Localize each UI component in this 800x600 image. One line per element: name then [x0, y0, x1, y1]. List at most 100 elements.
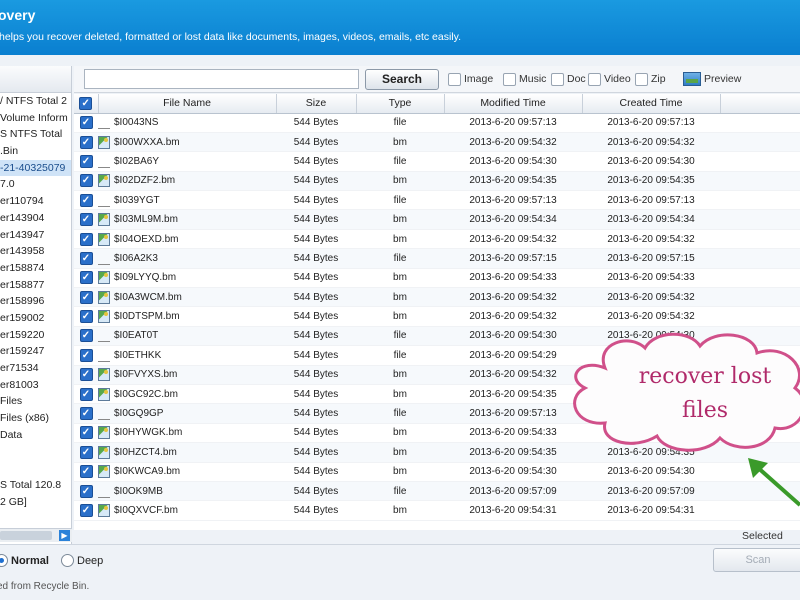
table-row[interactable]: ✓ $I0A3WCM.bm 544 Bytes bm 2013-6-20 09:54:3… [74, 287, 800, 308]
table-row[interactable]: ✓ $I0OK9MB 544 Bytes file 2013-6-20 09:57:09… [74, 481, 800, 502]
tree-item[interactable]: er143947 [0, 227, 71, 244]
column-header-size[interactable]: Size [276, 94, 357, 114]
tree-item[interactable]: er158877 [0, 277, 71, 294]
filter-zip[interactable]: Zip [635, 71, 666, 87]
row-checkbox-cell[interactable]: ✓ [74, 229, 98, 250]
row-checkbox[interactable]: ✓ [79, 251, 93, 265]
row-checkbox-cell[interactable]: ✓ [74, 403, 98, 424]
normal-radio[interactable] [0, 554, 8, 567]
tree-item[interactable]: er158874 [0, 260, 71, 277]
row-checkbox[interactable]: ✓ [79, 407, 93, 421]
column-header-modified-time[interactable]: Modified Time [444, 94, 583, 114]
row-checkbox-cell[interactable]: ✓ [74, 384, 98, 405]
scroll-right-arrow-icon[interactable]: ▶ [59, 530, 70, 541]
search-button[interactable]: Search [365, 69, 439, 90]
tree-item[interactable]: 7.0 [0, 176, 71, 193]
folder-tree[interactable]: / NTFS Total 2 Volume Inform S NTFS Total.… [0, 66, 72, 544]
filter-zip-checkbox[interactable] [635, 72, 648, 86]
row-checkbox-cell[interactable]: ✓ [74, 190, 98, 211]
row-checkbox[interactable]: ✓ [79, 504, 93, 517]
tree-item[interactable]: Data [0, 427, 71, 444]
search-input[interactable] [84, 69, 359, 89]
filter-music[interactable]: Music [503, 71, 546, 87]
scrollbar-thumb[interactable] [0, 531, 52, 540]
table-row[interactable]: ✓ $I06A2K3 544 Bytes file 2013-6-20 09:57:15… [74, 248, 800, 269]
tree-item[interactable] [0, 460, 71, 477]
tree-item[interactable]: Volume Inform [0, 110, 71, 127]
row-checkbox-cell[interactable]: ✓ [74, 113, 98, 133]
table-row[interactable]: ✓ $I0DTSPM.bm 544 Bytes bm 2013-6-20 09:54:3… [74, 306, 800, 327]
row-checkbox-cell[interactable]: ✓ [74, 345, 98, 366]
tree-item[interactable]: S Total 120.8 [0, 477, 71, 494]
row-checkbox[interactable]: ✓ [79, 271, 93, 285]
row-checkbox[interactable]: ✓ [79, 329, 93, 343]
table-row[interactable]: ✓ $I02DZF2.bm 544 Bytes bm 2013-6-20 09:54:3… [74, 171, 800, 192]
table-row[interactable]: ✓ $I0KWCA9.bm 544 Bytes bm 2013-6-20 09:54:3… [74, 462, 800, 482]
tree-item[interactable]: -21-40325079 [0, 159, 71, 177]
row-checkbox[interactable]: ✓ [79, 116, 93, 130]
table-row[interactable]: ✓ $I0QXVCF.bm 544 Bytes bm 2013-6-20 09:54:3… [74, 500, 800, 521]
select-all-checkbox[interactable]: ✓ [79, 96, 93, 110]
deep-scan-option[interactable]: Deep [61, 554, 103, 567]
row-checkbox[interactable]: ✓ [79, 290, 93, 304]
tree-item[interactable]: S NTFS Total [0, 126, 71, 143]
row-checkbox[interactable]: ✓ [79, 193, 93, 207]
tree-item[interactable]: er71534 [0, 360, 71, 377]
column-header-created-time[interactable]: Created Time [582, 94, 721, 114]
scan-button[interactable]: Scan [713, 548, 800, 572]
deep-radio[interactable] [61, 554, 74, 567]
column-header-type[interactable]: Type [356, 94, 445, 114]
table-row[interactable]: ✓ $I02BA6Y 544 Bytes file 2013-6-20 09:54:30… [74, 151, 800, 172]
normal-scan-option[interactable]: Normal [0, 554, 49, 567]
filter-video-checkbox[interactable] [588, 72, 601, 86]
row-checkbox-cell[interactable]: ✓ [74, 248, 98, 269]
tree-item[interactable]: Files (x86) [0, 410, 71, 427]
tree-item[interactable]: er143904 [0, 210, 71, 227]
row-checkbox[interactable]: ✓ [79, 465, 93, 479]
table-row[interactable]: ✓ $I04OEXD.bm 544 Bytes bm 2013-6-20 09:54:3… [74, 229, 800, 250]
row-checkbox-cell[interactable]: ✓ [74, 500, 98, 521]
row-checkbox[interactable]: ✓ [79, 484, 93, 498]
row-checkbox-cell[interactable]: ✓ [74, 132, 98, 153]
row-checkbox[interactable]: ✓ [79, 387, 93, 401]
row-checkbox-cell[interactable]: ✓ [74, 365, 98, 385]
filter-music-checkbox[interactable] [503, 72, 516, 86]
tree-item[interactable] [0, 443, 71, 460]
row-checkbox[interactable]: ✓ [79, 135, 93, 149]
table-row[interactable]: ✓ $I0043NS 544 Bytes file 2013-6-20 09:57:13… [74, 113, 800, 133]
table-row[interactable]: ✓ $I00WXXA.bm 544 Bytes bm 2013-6-20 09:54:3… [74, 132, 800, 153]
row-checkbox-cell[interactable]: ✓ [74, 151, 98, 172]
row-checkbox-cell[interactable]: ✓ [74, 268, 98, 289]
row-checkbox[interactable]: ✓ [79, 310, 93, 324]
tree-item[interactable]: er159220 [0, 327, 71, 344]
tree-item[interactable]: er159247 [0, 343, 71, 360]
tree-item[interactable]: er159002 [0, 310, 71, 327]
row-checkbox[interactable]: ✓ [79, 154, 93, 168]
row-checkbox[interactable]: ✓ [79, 348, 93, 362]
filter-video[interactable]: Video [588, 71, 631, 87]
filter-doc-checkbox[interactable] [551, 72, 564, 86]
table-row[interactable]: ✓ $I09LYYQ.bm 544 Bytes bm 2013-6-20 09:54:3… [74, 268, 800, 289]
tree-item[interactable]: .Bin [0, 143, 71, 160]
row-checkbox[interactable]: ✓ [79, 445, 93, 459]
row-checkbox-cell[interactable]: ✓ [74, 326, 98, 347]
row-checkbox[interactable]: ✓ [79, 213, 93, 227]
row-checkbox-cell[interactable]: ✓ [74, 287, 98, 308]
preview-toggle[interactable]: Preview [683, 71, 741, 87]
row-checkbox[interactable]: ✓ [79, 174, 93, 188]
row-checkbox-cell[interactable]: ✓ [74, 209, 98, 230]
filter-image[interactable]: Image [448, 71, 493, 87]
tree-item[interactable]: / NTFS Total 2 [0, 93, 71, 110]
column-header-file-name[interactable]: File Name [98, 94, 277, 114]
row-checkbox-cell[interactable]: ✓ [74, 423, 98, 444]
tree-horizontal-scrollbar[interactable]: ▶ [0, 528, 72, 542]
filter-doc[interactable]: Doc [551, 71, 586, 87]
tree-item[interactable]: Files [0, 393, 71, 410]
tree-item[interactable]: er110794 [0, 193, 71, 210]
row-checkbox[interactable]: ✓ [79, 232, 93, 246]
select-all-header[interactable]: ✓ [74, 94, 99, 114]
tree-item[interactable]: er81003 [0, 377, 71, 394]
table-row[interactable]: ✓ $I03ML9M.bm 544 Bytes bm 2013-6-20 09:54:3… [74, 209, 800, 230]
tree-item[interactable]: er143958 [0, 243, 71, 260]
row-checkbox-cell[interactable]: ✓ [74, 462, 98, 482]
